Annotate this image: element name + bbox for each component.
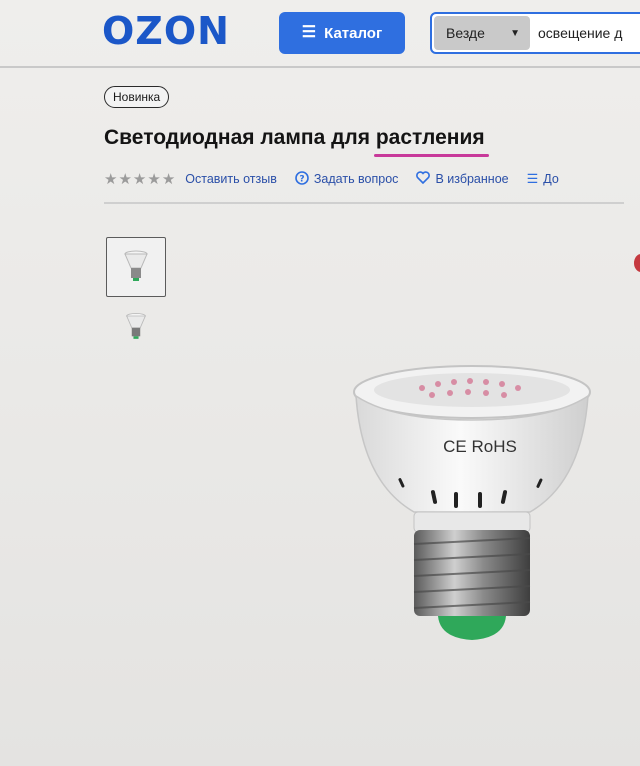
lamp-marking: CE RoHS (443, 437, 517, 456)
favorite-label: В избранное (435, 172, 509, 186)
compare-list-icon: ☰ (526, 171, 539, 186)
thumbnail-selected[interactable] (106, 237, 166, 297)
question-label: Задать вопрос (313, 172, 399, 186)
lamp-thumbnail-icon (126, 313, 146, 339)
search-bar: Везде ▼ (430, 12, 640, 54)
question-bubble-icon: ? (295, 170, 309, 188)
compare-label: До (543, 172, 559, 186)
menu-lines-icon: ☰ (301, 24, 317, 41)
star-icon: ★ (104, 170, 118, 188)
product-title: Светодиодная лампа для растления (104, 126, 485, 150)
site-header: OZON ☰ Каталог Везде ▼ (0, 0, 640, 68)
product-title-highlight: растления (375, 126, 485, 149)
section-divider (104, 202, 624, 204)
thumbnail-2[interactable] (114, 306, 158, 348)
red-indicator (634, 254, 640, 272)
search-scope-label: Везде (446, 25, 485, 41)
svg-text:?: ? (299, 174, 304, 184)
add-to-favorites-link[interactable]: В избранное (416, 171, 509, 187)
ozon-logo[interactable]: OZON (102, 11, 230, 51)
compare-link[interactable]: ☰ До (527, 171, 559, 187)
catalog-label: Каталог (324, 24, 383, 42)
product-actions: ★ ★ ★ ★ ★ Оставить отзыв ? Задать вопрос… (104, 168, 577, 190)
lamp-thumbnail-icon (124, 250, 148, 281)
search-scope-select[interactable]: Везде ▼ (434, 16, 530, 50)
star-icon: ★ (161, 170, 176, 188)
led-lamp-image: CE RoHS (353, 365, 591, 640)
heart-icon (416, 171, 431, 187)
star-icon: ★ (132, 170, 147, 188)
review-label: Оставить отзыв (185, 172, 277, 186)
leave-review-link[interactable]: Оставить отзыв (185, 172, 277, 186)
ask-question-link[interactable]: ? Задать вопрос (295, 170, 399, 188)
product-title-main: Светодиодная лампа для (104, 126, 376, 149)
product-image[interactable]: CE RoHS (352, 362, 602, 652)
page: OZON ☰ Каталог Везде ▼ Новинка Светодиод… (0, 0, 640, 766)
star-icon: ★ (147, 170, 161, 188)
catalog-button[interactable]: ☰ Каталог (279, 12, 405, 54)
rating-stars[interactable]: ★ ★ ★ ★ ★ (104, 172, 175, 187)
search-input[interactable] (538, 14, 640, 52)
new-badge: Новинка (104, 86, 170, 108)
star-icon: ★ (118, 170, 132, 188)
caret-down-icon: ▼ (510, 27, 520, 39)
